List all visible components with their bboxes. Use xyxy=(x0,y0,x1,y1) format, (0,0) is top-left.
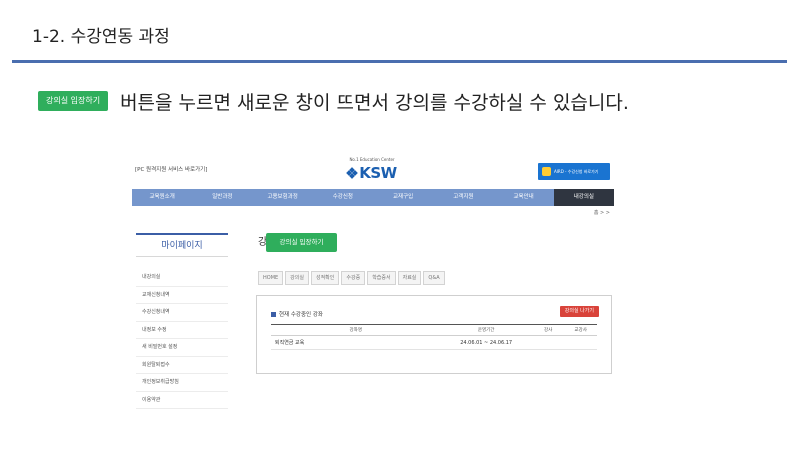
nav-item-my-classroom[interactable]: 내강의실 xyxy=(553,189,614,206)
classroom-tabs: HOME 강의실 성적확인 수강증 학습증서 자료실 Q&A xyxy=(258,271,445,285)
tab-grades[interactable]: 성적확인 xyxy=(310,271,340,285)
logo-mark-icon xyxy=(346,167,359,179)
sidebar-title: 마이페이지 xyxy=(136,233,228,257)
sidebar-item-my-classroom[interactable]: 내강의실 xyxy=(136,269,228,287)
sidebar-item-new-password[interactable]: 새 비밀번호 설정 xyxy=(136,339,228,357)
remote-support-link[interactable]: [PC 원격지원 서비스 바로가기] xyxy=(135,165,207,173)
nav-item-support[interactable]: 고객지원 xyxy=(433,189,493,206)
current-course-label: 현재 수강중인 강좌 xyxy=(279,312,323,318)
tab-home[interactable]: HOME xyxy=(258,271,284,285)
instruction-text: 버튼을 누르면 새로운 창이 뜨면서 강의를 수강하실 수 있습니다. xyxy=(120,91,629,114)
sidebar-item-textbook-orders[interactable]: 교재신청내역 xyxy=(136,287,228,304)
nav-item-textbook[interactable]: 교재구입 xyxy=(373,189,433,206)
course-name-cell[interactable]: 퇴직연금 교육 xyxy=(271,335,441,350)
period-cell: 24.06.01 ~ 24.06.17 xyxy=(440,335,532,350)
sidebar-item-edit-profile[interactable]: 내정보 수정 xyxy=(136,322,228,339)
tab-certificate[interactable]: 수강증 xyxy=(341,271,366,285)
promo-text: AIRD - 수강신청 바로가기 xyxy=(554,168,599,174)
enter-classroom-chip: 강의실 입장하기 xyxy=(38,91,109,111)
list-icon xyxy=(271,311,276,317)
nav-item-insurance-course[interactable]: 고용보험과정 xyxy=(253,189,313,206)
instruction-row: 강의실 입장하기 버튼을 누르면 새로운 창이 뜨면서 강의를 수강하실 수 있… xyxy=(38,88,629,114)
promo-banner[interactable]: AIRD - 수강신청 바로가기 xyxy=(538,163,610,180)
nav-item-enroll[interactable]: 수강신청 xyxy=(313,189,373,206)
logo-text: KSW xyxy=(359,164,397,182)
sidebar-item-enrollments[interactable]: 수강신청내역 xyxy=(136,304,228,322)
column-header-tutor: 교강사 xyxy=(564,324,597,336)
nav-item-guide[interactable]: 교육안내 xyxy=(494,189,554,206)
tab-classroom[interactable]: 강의실 xyxy=(285,271,309,285)
sidebar-item-terms[interactable]: 이용약관 xyxy=(136,392,228,409)
breadcrumb: 홈 > > xyxy=(593,210,610,216)
tab-study-cert[interactable]: 학습증서 xyxy=(367,271,396,285)
nav-item-about[interactable]: 교육원소개 xyxy=(132,189,192,206)
current-course-title: 현재 수강중인 강좌 xyxy=(271,310,323,318)
table-row[interactable]: 퇴직연금 교육 24.06.01 ~ 24.06.17 xyxy=(271,335,597,350)
course-table: 강좌명 운영기간 강사 교강사 퇴직연금 교육 24.06.01 ~ 24.06… xyxy=(271,324,597,350)
instructor-cell xyxy=(531,335,565,350)
enter-classroom-button[interactable]: 강의실 입장하기 xyxy=(266,233,337,252)
website-screenshot: [PC 원격지원 서비스 바로가기] No.1 Education Center… xyxy=(132,153,614,433)
column-header-instructor: 강사 xyxy=(531,324,565,336)
title-divider xyxy=(12,60,787,63)
sidebar: 마이페이지 내강의실 교재신청내역 수강신청내역 내정보 수정 새 비밀번호 설… xyxy=(136,233,228,409)
sidebar-item-privacy[interactable]: 개인정보취급방침 xyxy=(136,374,228,392)
column-header-course: 강좌명 xyxy=(271,324,441,336)
logo-tagline: No.1 Education Center xyxy=(349,157,395,162)
nav-item-general-course[interactable]: 일반과정 xyxy=(192,189,252,206)
slide-title: 1-2. 수강연동 과정 xyxy=(32,27,170,47)
promo-icon xyxy=(542,167,551,176)
exit-classroom-button[interactable]: 강의실 나가기 xyxy=(559,306,599,317)
column-header-period: 운영기간 xyxy=(440,324,532,336)
tab-archive[interactable]: 자료실 xyxy=(397,271,422,285)
tutor-cell xyxy=(564,335,597,350)
sidebar-item-withdraw[interactable]: 회원탈퇴접수 xyxy=(136,357,228,374)
site-logo[interactable]: No.1 Education Center KSW xyxy=(332,157,412,182)
site-header: [PC 원격지원 서비스 바로가기] No.1 Education Center… xyxy=(132,153,614,189)
current-course-box: 현재 수강중인 강좌 강의실 나가기 강좌명 운영기간 강사 교강사 퇴직연금 … xyxy=(256,295,612,374)
main-nav: 교육원소개 일반과정 고용보험과정 수강신청 교재구입 고객지원 교육안내 내강… xyxy=(132,189,614,206)
tab-qna[interactable]: Q&A xyxy=(423,271,445,285)
